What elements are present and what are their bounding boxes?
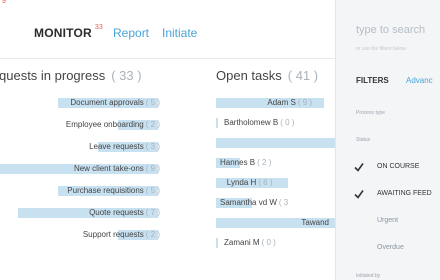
tab-filters[interactable]: FILTERS: [356, 76, 389, 85]
request-count: ( 9 ): [145, 164, 160, 173]
tasks-title-count: ( 41 ): [287, 68, 319, 83]
request-name: Employee onboarding: [65, 120, 144, 129]
request-label: Purchase requisitions( 5 ): [67, 185, 160, 197]
request-label: Leave requests( 3 ): [89, 141, 160, 153]
request-type-row[interactable]: Leave requests( 3 ): [0, 142, 200, 152]
tasks-title-text: Open tasks: [216, 68, 282, 83]
top-nav: 9 MONITOR 33 Report Initiate: [0, 0, 335, 59]
process-type-label[interactable]: Process type: [356, 110, 385, 116]
request-type-row[interactable]: New client take-ons( 9 ): [0, 164, 200, 174]
request-count: ( 5 ): [145, 98, 160, 107]
task-owner-name: Hannes B: [220, 158, 256, 167]
task-owner-row[interactable]: Samantha vd W( 3: [216, 198, 335, 208]
request-name: Leave requests: [89, 142, 144, 151]
task-label: Lynda H( 6 ): [227, 177, 273, 189]
task-owner-row[interactable]: Bartholomew B( 0 ): [216, 118, 335, 128]
status-option[interactable]: ON COURSE: [377, 163, 419, 170]
task-owner-row[interactable]: Hannes B( 2 ): [216, 158, 335, 168]
request-name: Support requests: [82, 230, 144, 239]
task-owner-name: Bartholomew B: [224, 118, 279, 127]
task-owner-row[interactable]: Adam S( 9 ): [216, 98, 335, 108]
status-label: Status: [356, 137, 371, 143]
requests-title-text: quests in progress: [0, 68, 106, 83]
task-label: Adam S( 9 ): [267, 97, 312, 109]
task-count: ( 0 ): [261, 238, 276, 247]
search-input[interactable]: type to search: [356, 24, 425, 36]
task-owner-name: Tawand: [301, 218, 329, 227]
status-option[interactable]: Overdue: [377, 244, 404, 251]
status-option[interactable]: AWAITING FEED: [377, 190, 432, 197]
check-icon: [354, 190, 364, 199]
request-count: ( 2 ): [145, 120, 160, 129]
request-name: Purchase requisitions: [67, 186, 144, 195]
task-label: Hannes B( 2 ): [220, 157, 271, 169]
task-label: Zamani M( 0 ): [224, 237, 276, 249]
task-bar: [216, 138, 335, 148]
tab-advanced[interactable]: Advanc: [406, 76, 433, 85]
task-owner-row[interactable]: [216, 138, 335, 148]
monitor-count-badge: 33: [94, 24, 104, 31]
task-bar: [216, 238, 218, 248]
nav-report-tab[interactable]: Report: [113, 26, 149, 40]
request-type-row[interactable]: Employee onboarding( 2 ): [0, 120, 200, 130]
task-count: ( 0 ): [280, 118, 295, 127]
task-label: Tawand: [301, 217, 329, 229]
request-name: Document approvals: [70, 98, 144, 107]
task-owner-row[interactable]: Zamani M( 0 ): [216, 238, 335, 248]
filter-panel: type to search or use the filters below …: [335, 0, 440, 280]
nav-badge-partial: 9: [2, 0, 6, 5]
nav-monitor-tab[interactable]: MONITOR 33: [34, 24, 104, 40]
task-count: ( 9 ): [297, 98, 313, 107]
search-hint: or use the filters below: [356, 46, 407, 52]
task-owner-name: Lynda H: [226, 178, 257, 187]
task-label: Bartholomew B( 0 ): [224, 117, 294, 129]
request-count: ( 3 ): [145, 142, 160, 151]
requests-title-count: ( 33 ): [111, 68, 142, 83]
request-label: New client take-ons( 9 ): [74, 163, 160, 175]
task-count: ( 3: [278, 198, 289, 207]
task-owner-row[interactable]: Tawand: [216, 218, 335, 228]
task-bar: [216, 118, 218, 128]
task-owner-row[interactable]: Lynda H( 6 ): [216, 178, 335, 188]
task-owner-name: Adam S: [267, 98, 296, 107]
request-name: Quote requests: [89, 208, 144, 217]
tasks-title: Open tasks ( 41 ): [216, 68, 318, 83]
request-type-row[interactable]: Document approvals( 5 ): [0, 98, 200, 108]
request-label: Quote requests( 7 ): [89, 207, 160, 219]
request-type-row[interactable]: Support requests( 2 ): [0, 230, 200, 240]
request-count: ( 2 ): [145, 230, 160, 239]
request-count: ( 5 ): [145, 186, 160, 195]
requests-title: quests in progress ( 33 ): [0, 68, 142, 83]
request-label: Support requests( 2 ): [83, 229, 160, 241]
request-name: New client take-ons: [73, 164, 144, 173]
task-owner-name: Samantha vd W: [220, 198, 277, 207]
nav-initiate-tab[interactable]: Initiate: [162, 26, 197, 40]
initiated-by-label[interactable]: Initiated by: [356, 273, 380, 279]
status-option[interactable]: Urgent: [377, 217, 398, 224]
request-type-row[interactable]: Purchase requisitions( 5 ): [0, 186, 200, 196]
request-count: ( 7 ): [145, 208, 160, 217]
task-count: ( 6 ): [258, 178, 273, 187]
check-icon: [354, 163, 364, 172]
nav-monitor-label: MONITOR: [34, 26, 92, 40]
request-type-row[interactable]: Quote requests( 7 ): [0, 208, 200, 218]
request-label: Document approvals( 5 ): [70, 97, 160, 109]
task-owner-name: Zamani M: [224, 238, 260, 247]
task-count: ( 2 ): [257, 158, 272, 167]
task-label: Samantha vd W( 3: [220, 197, 288, 209]
request-label: Employee onboarding( 2 ): [66, 119, 160, 131]
